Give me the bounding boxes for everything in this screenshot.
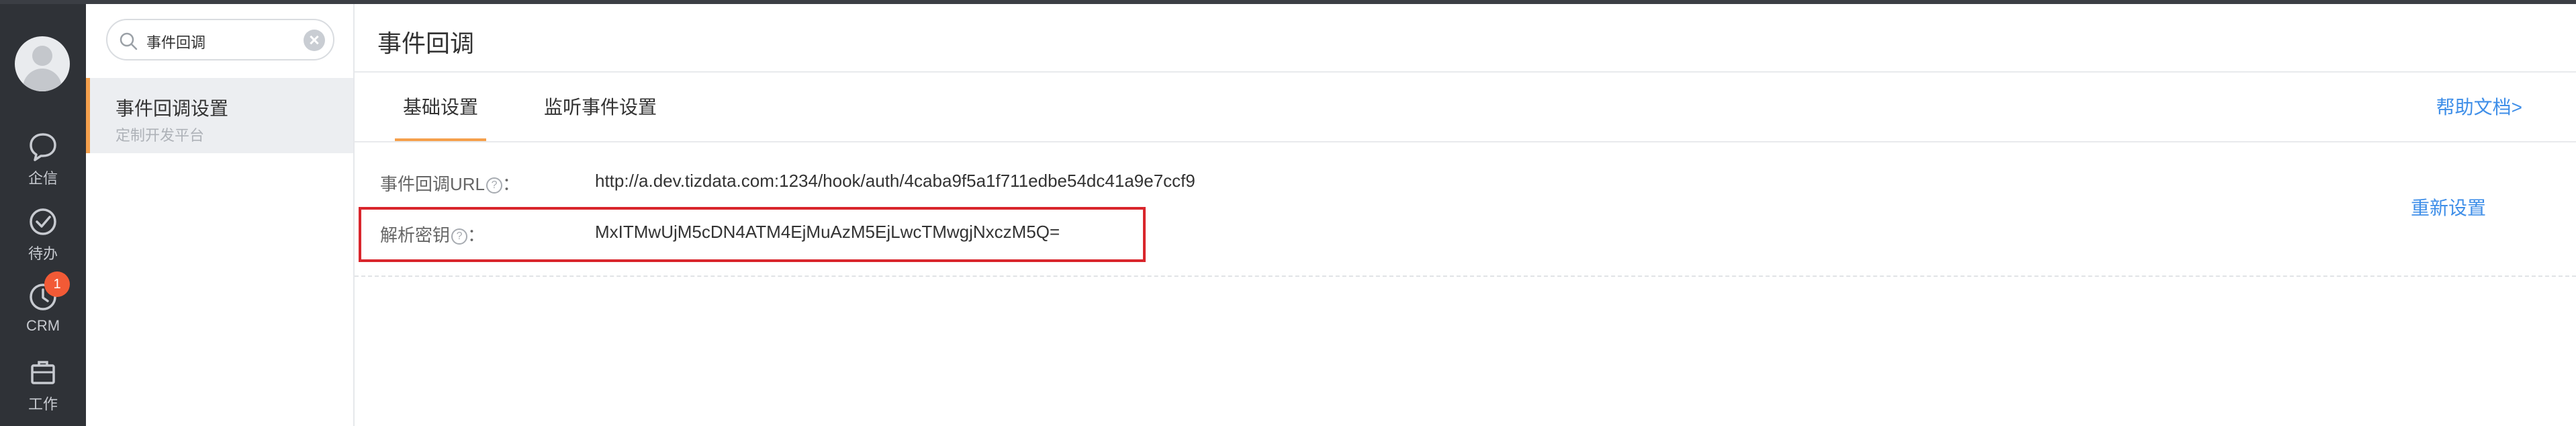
help-question-icon[interactable]: ? <box>451 228 468 245</box>
label-colon: ： <box>502 174 520 194</box>
nav-item-label: CRM <box>26 317 60 334</box>
tab-listen-event-settings[interactable]: 监听事件设置 <box>544 93 657 141</box>
header-divider <box>355 71 2576 73</box>
notification-badge: 1 <box>44 271 70 297</box>
nav-item-crm[interactable]: 1 CRM <box>0 271 86 348</box>
decrypt-key-label: 解析密钥?： <box>380 222 485 247</box>
help-question-icon[interactable]: ? <box>486 177 503 194</box>
decrypt-key-label-text: 解析密钥 <box>380 225 451 245</box>
label-colon: ： <box>467 225 486 245</box>
callback-url-label-text: 事件回调URL <box>380 174 486 194</box>
page-title: 事件回调 <box>377 30 475 57</box>
decrypt-key-value: MxITMwUjM5cDN4ATM4EjMuAzM5EjLwcTMwgjNxcz… <box>595 222 1060 242</box>
nav-item-label: 待办 <box>28 245 58 262</box>
chat-bubble-icon <box>30 133 56 161</box>
nav-item-label: 企信 <box>28 170 58 187</box>
app-window: 企信 待办 1 CRM 工作 事件回调 事件回调设置 定制开发平台 事件回调 基… <box>0 0 2576 426</box>
help-docs-link[interactable]: 帮助文档> <box>2436 93 2522 120</box>
nav-item-qixin[interactable]: 企信 <box>0 130 86 198</box>
nav-item-work[interactable]: 工作 <box>0 356 86 423</box>
tab-basic-settings[interactable]: 基础设置 <box>395 93 486 141</box>
callback-url-label: 事件回调URL?： <box>380 171 520 196</box>
callback-url-value: http://a.dev.tizdata.com:1234/hook/auth/… <box>595 171 1195 191</box>
avatar[interactable] <box>15 36 70 91</box>
nav-item-todo[interactable]: 待办 <box>0 206 86 273</box>
main-content: 事件回调 基础设置 监听事件设置 帮助文档> 事件回调URL?： http://… <box>355 4 2576 426</box>
briefcase-icon <box>31 361 55 384</box>
search-input[interactable]: 事件回调 <box>106 19 334 60</box>
avatar-head-icon <box>32 46 52 66</box>
search-icon <box>120 32 138 50</box>
sub-item-title: 事件回调设置 <box>116 98 229 119</box>
tabs-divider <box>355 141 2576 142</box>
sub-item-desc: 定制开发平台 <box>116 127 205 144</box>
avatar-body-icon <box>23 69 62 91</box>
nav-item-label: 工作 <box>28 396 58 413</box>
search-value: 事件回调 <box>146 34 206 51</box>
check-circle-icon <box>30 208 56 235</box>
reset-settings-link[interactable]: 重新设置 <box>2411 194 2486 220</box>
dashed-divider <box>355 275 2576 277</box>
clear-search-icon[interactable] <box>304 30 325 51</box>
left-nav-rail: 企信 待办 1 CRM 工作 <box>0 4 86 426</box>
sub-navigation: 事件回调 事件回调设置 定制开发平台 <box>86 4 355 426</box>
sub-item-event-callback[interactable]: 事件回调设置 定制开发平台 <box>86 78 353 153</box>
